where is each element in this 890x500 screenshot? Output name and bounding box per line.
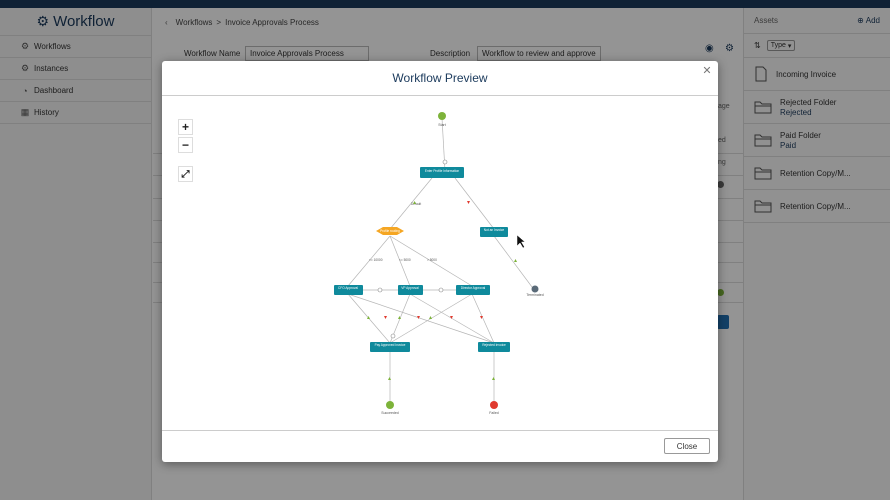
end-label: Failed [489,411,499,415]
task-label: Pay Approved Invoice [375,343,406,347]
close-button[interactable]: Close [664,438,710,454]
connector-node [438,287,444,293]
thumbs-up-icon: ▴ [429,315,432,321]
edge-label: <= 10000 [369,258,383,262]
edge-label: <= 5000 [399,258,411,262]
connector-node [390,333,396,339]
thumbs-up-icon: ▴ [413,200,416,206]
thumbs-down-icon: ▾ [480,315,483,321]
end-label: Terminated [526,293,543,297]
mouse-cursor-icon [516,234,526,249]
modal-body: + − ⤢ Start Enter Profile Information De… [162,96,718,430]
thumbs-down-icon: ▾ [467,200,470,206]
thumbs-down-icon: ▾ [417,315,420,321]
thumbs-down-icon: ▾ [384,315,387,321]
workflow-diagram[interactable]: Start Enter Profile Information Default … [162,96,718,430]
modal-footer: Close [162,430,718,462]
modal-header: Workflow Preview ✕ [162,61,718,96]
workflow-preview-modal: Workflow Preview ✕ + − ⤢ Start Enter Pro… [162,61,718,462]
thumbs-up-icon: ▴ [398,315,401,321]
task-label: Rejected Invoice [482,343,506,347]
task-label: Director Approval [461,286,486,290]
thumbs-up-icon: ▴ [492,376,495,382]
thumbs-up-icon: ▴ [367,315,370,321]
task-label: Enter Profile Information [425,169,460,173]
close-icon[interactable]: ✕ [701,64,713,77]
task-label: CFO Approval [338,286,358,290]
task-label: Not an Invoice [484,228,505,232]
connector-node [442,159,448,165]
thumbs-up-icon: ▴ [514,258,517,264]
thumbs-down-icon: ▾ [450,315,453,321]
end-node-failed[interactable] [490,401,498,409]
modal-title: Workflow Preview [392,71,488,85]
end-label: Succeeded [381,411,399,415]
edge-label: > 5000 [427,258,437,262]
start-label: Start [438,123,445,127]
start-node[interactable] [438,112,446,120]
connector-node [377,287,383,293]
thumbs-up-icon: ▴ [388,376,391,382]
decision-label: Profile routing [380,229,400,233]
task-label: VP Approval [401,286,419,290]
end-node-terminated[interactable] [531,285,539,293]
end-node-succeeded[interactable] [386,401,394,409]
